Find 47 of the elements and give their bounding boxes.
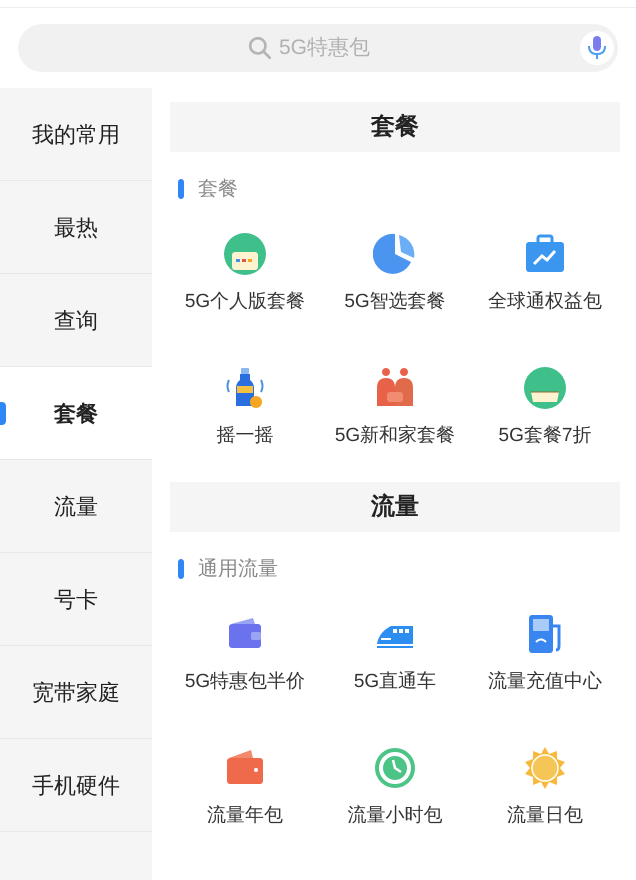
microphone-button[interactable]: [580, 31, 614, 65]
service-tile[interactable]: 5G个人版套餐: [170, 214, 320, 348]
service-label: 5G个人版套餐: [184, 290, 306, 314]
search-icon: [247, 35, 273, 61]
service-label: 摇一摇: [216, 424, 274, 448]
sidebar-item[interactable]: 流量: [0, 460, 152, 553]
service-tile[interactable]: 流量小时包: [320, 728, 470, 862]
service-tile[interactable]: 5G直通车: [320, 594, 470, 728]
section-header: 流量: [170, 482, 620, 532]
sidebar-item[interactable]: 套餐: [0, 367, 152, 460]
service-tile[interactable]: 5G套餐7折: [470, 348, 620, 482]
badge-icon: [223, 232, 267, 276]
service-tile[interactable]: 5G特惠包半价: [170, 594, 320, 728]
service-tile[interactable]: 全球通权益包: [470, 214, 620, 348]
microphone-icon: [586, 35, 608, 61]
service-label: 5G套餐7折: [498, 424, 592, 448]
group-marker: [178, 179, 184, 199]
service-label: 全球通权益包: [488, 290, 602, 314]
service-label: 5G直通车: [354, 670, 436, 694]
badge-icon: [523, 366, 567, 410]
section-header: 套餐: [170, 102, 620, 152]
search-field[interactable]: 5G特惠包: [279, 32, 389, 64]
group-title: 通用流量: [198, 557, 278, 582]
selection-indicator: [0, 402, 6, 425]
group-marker: [178, 559, 184, 579]
service-tile[interactable]: 5G新和家套餐: [320, 348, 470, 482]
service-tile[interactable]: 5G智选套餐: [320, 214, 470, 348]
service-tile[interactable]: 摇一摇: [170, 348, 320, 482]
sidebar-item[interactable]: 最热: [0, 181, 152, 274]
service-label: 5G新和家套餐: [334, 424, 456, 448]
service-label: 流量小时包: [348, 804, 442, 828]
sun-icon: [523, 746, 567, 790]
service-tile[interactable]: 流量日包: [470, 728, 620, 862]
sidebar-item[interactable]: 宽带家庭: [0, 646, 152, 739]
service-label: 流量充值中心: [488, 670, 602, 694]
service-label: 流量日包: [507, 804, 583, 828]
pie-chart-icon: [373, 232, 417, 276]
group-title: 套餐: [198, 177, 238, 202]
service-label: 5G特惠包半价: [184, 670, 306, 694]
service-tile[interactable]: 流量年包: [170, 728, 320, 862]
service-tile[interactable]: 流量充值中心: [470, 594, 620, 728]
sidebar-item[interactable]: 号卡: [0, 553, 152, 646]
service-label: 5G智选套餐: [344, 290, 446, 314]
sidebar-item[interactable]: 我的常用: [0, 88, 152, 181]
clock-icon: [373, 746, 417, 790]
service-label: 流量年包: [207, 804, 283, 828]
sidebar-item[interactable]: 手机硬件: [0, 739, 152, 832]
